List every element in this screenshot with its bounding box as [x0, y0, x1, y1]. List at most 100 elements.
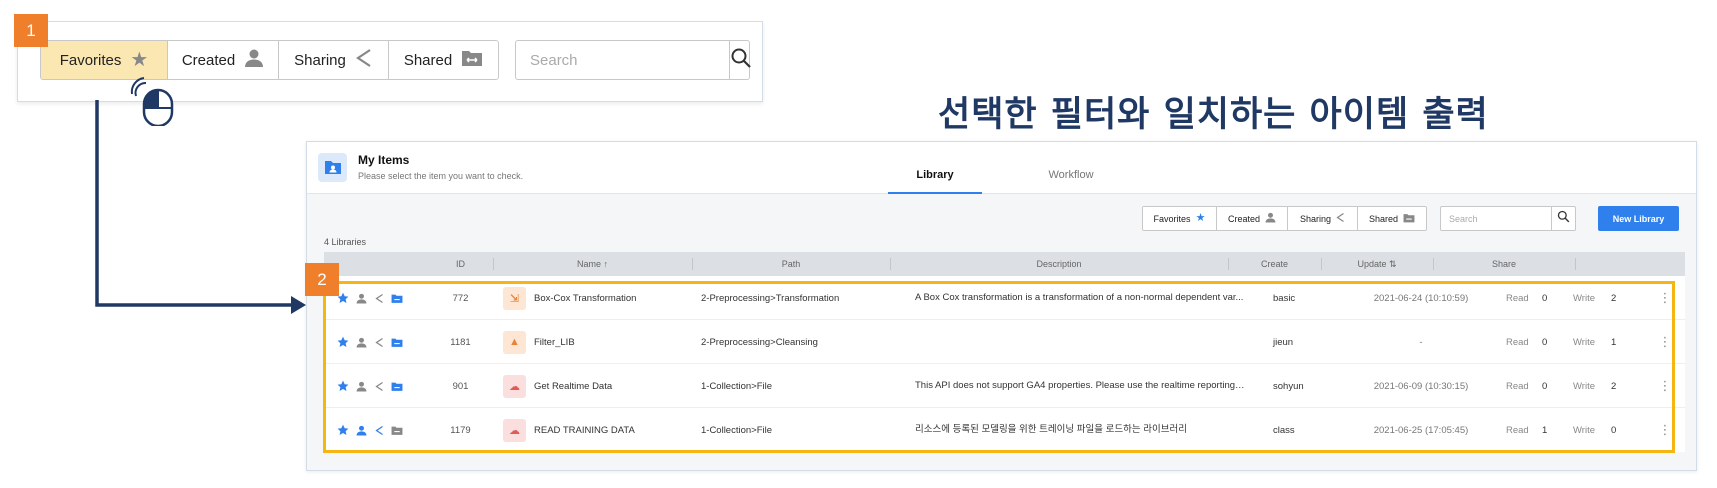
share-icon[interactable]: [373, 336, 385, 348]
col-create[interactable]: Create: [1228, 252, 1321, 276]
read-count: 1: [1542, 424, 1548, 436]
write-label: Write: [1573, 336, 1595, 348]
col-separator: [1575, 252, 1576, 276]
read-count: 0: [1542, 292, 1548, 304]
favorite-star-icon[interactable]: [337, 424, 349, 436]
read-count: 0: [1542, 336, 1548, 348]
new-library-button[interactable]: New Library: [1598, 206, 1679, 231]
search-box: [515, 40, 752, 80]
row-name[interactable]: ☁ Get Realtime Data: [503, 364, 612, 408]
more-options-icon[interactable]: ⋮: [1657, 320, 1673, 364]
search-button-small[interactable]: [1551, 207, 1575, 230]
row-action-icons: [337, 276, 403, 320]
window-subtitle: Please select the item you want to check…: [358, 171, 524, 181]
star-icon: ★: [1195, 212, 1206, 224]
shared-folder-icon[interactable]: [391, 336, 403, 348]
row-name[interactable]: ☁ READ TRAINING DATA: [503, 408, 635, 452]
tab-bar: Library Workflow: [888, 142, 1160, 194]
library-count: 4 Libraries: [324, 237, 367, 247]
col-description[interactable]: Description: [890, 252, 1228, 276]
window-title: My Items: [358, 153, 410, 167]
more-options-icon[interactable]: ⋮: [1657, 276, 1673, 320]
write-label: Write: [1573, 380, 1595, 392]
cloud-download-icon: ☁: [503, 374, 526, 398]
search-input[interactable]: [516, 41, 729, 79]
shared-folder-icon[interactable]: [391, 380, 403, 392]
write-label: Write: [1573, 424, 1595, 436]
read-label: Read: [1506, 336, 1529, 348]
read-label: Read: [1506, 424, 1529, 436]
search-box-small: [1440, 206, 1576, 231]
write-count: 2: [1611, 292, 1617, 304]
row-creator: basic: [1273, 292, 1296, 304]
favorites-filter-label-small: Favorites: [1153, 213, 1191, 224]
cloud-download-icon: ☁: [503, 418, 526, 442]
row-id: 1179: [450, 424, 471, 436]
col-share: Share: [1433, 252, 1575, 276]
shared-folder-icon[interactable]: [391, 292, 403, 304]
my-items-window: My Items Please select the item you want…: [306, 141, 1697, 471]
row-path: 2-Preprocessing>Cleansing: [701, 336, 818, 348]
filter-zoom-panel: Favorites ★ Created Sharing Shared: [17, 21, 763, 102]
row-id: 772: [452, 292, 469, 304]
write-label: Write: [1573, 292, 1595, 304]
col-id[interactable]: ID: [423, 252, 498, 276]
row-name[interactable]: ⇲ Box-Cox Transformation: [503, 276, 636, 320]
row-description: 리소스에 등록된 모델링을 위한 트레이닝 파일을 로드하는 라이브러리: [915, 424, 1187, 435]
created-filter-button-small[interactable]: Created: [1217, 207, 1288, 230]
step-badge-2: 2: [305, 263, 339, 296]
read-label: Read: [1506, 292, 1529, 304]
user-icon: [1265, 212, 1276, 225]
share-icon[interactable]: [373, 380, 385, 392]
shared-filter-label: Shared: [403, 51, 453, 69]
folder-user-icon: [318, 153, 347, 182]
col-path[interactable]: Path: [692, 252, 890, 276]
user-icon[interactable]: [355, 336, 367, 348]
tab-library[interactable]: Library: [888, 142, 982, 194]
more-options-icon[interactable]: ⋮: [1657, 408, 1673, 452]
row-creator: class: [1273, 424, 1295, 436]
created-filter-label-small: Created: [1227, 213, 1261, 224]
shared-folder-icon: [461, 49, 483, 71]
row-path: 1-Collection>File: [701, 380, 773, 392]
sharing-filter-button-small[interactable]: Sharing: [1288, 207, 1358, 230]
row-name[interactable]: ▲ Filter_LIB: [503, 320, 575, 364]
search-input-small[interactable]: [1441, 207, 1551, 230]
row-creator: jieun: [1273, 336, 1294, 348]
search-icon: [730, 47, 752, 74]
tab-workflow[interactable]: Workflow: [1024, 142, 1118, 194]
star-icon: ★: [130, 49, 149, 71]
search-button[interactable]: [729, 41, 752, 79]
row-action-icons: [337, 408, 403, 452]
col-update[interactable]: Update ⇅: [1321, 252, 1433, 276]
table-row[interactable]: 1181 ▲ Filter_LIB 2-Preprocessing>Cleans…: [324, 320, 1685, 364]
table-row[interactable]: 901 ☁ Get Realtime Data 1-Collection>Fil…: [324, 364, 1685, 408]
user-icon: [244, 48, 264, 72]
sharing-filter-button[interactable]: Sharing: [279, 41, 389, 79]
col-name[interactable]: Name ↑: [493, 252, 692, 276]
write-count: 1: [1611, 336, 1617, 348]
shared-filter-button-small[interactable]: Shared: [1358, 207, 1426, 230]
table-row[interactable]: 772 ⇲ Box-Cox Transformation 2-Preproces…: [324, 276, 1685, 320]
more-options-icon[interactable]: ⋮: [1657, 364, 1673, 408]
shared-filter-label-small: Shared: [1368, 213, 1399, 224]
favorites-filter-button-small[interactable]: Favorites ★: [1143, 207, 1217, 230]
share-icon: [1336, 212, 1345, 225]
row-path: 1-Collection>File: [701, 424, 773, 436]
favorite-star-icon[interactable]: [337, 380, 349, 392]
share-icon[interactable]: [373, 292, 385, 304]
cleansing-icon: ▲: [503, 330, 526, 354]
filter-button-group-small: Favorites ★ Created Sharing Shared: [1142, 206, 1427, 231]
user-icon[interactable]: [355, 380, 367, 392]
favorite-star-icon[interactable]: [337, 336, 349, 348]
window-header: My Items Please select the item you want…: [307, 142, 1696, 194]
row-description: This API does not support GA4 properties…: [915, 380, 1245, 391]
user-icon[interactable]: [355, 424, 367, 436]
user-icon[interactable]: [355, 292, 367, 304]
table-body: 772 ⇲ Box-Cox Transformation 2-Preproces…: [324, 276, 1685, 452]
share-icon[interactable]: [373, 424, 385, 436]
shared-filter-button[interactable]: Shared: [389, 41, 498, 79]
row-description: A Box Cox transformation is a transforma…: [915, 292, 1244, 303]
shared-folder-icon[interactable]: [391, 424, 403, 436]
table-row[interactable]: 1179 ☁ READ TRAINING DATA 1-Collection>F…: [324, 408, 1685, 452]
